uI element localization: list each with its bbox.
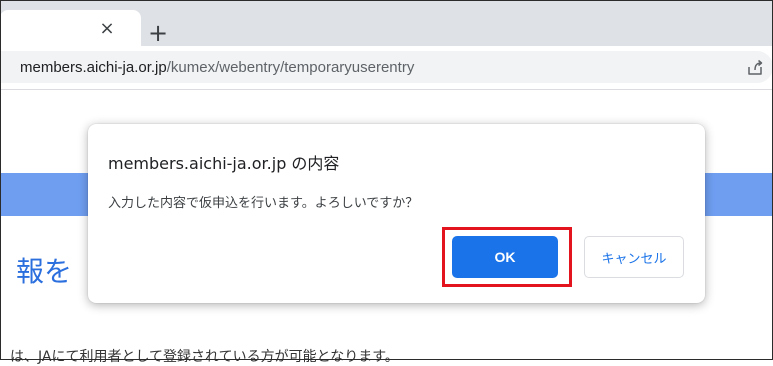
url-path: /kumex/webentry/temporaryuserentry (166, 59, 415, 76)
confirm-dialog: members.aichi-ja.or.jp の内容 入力した内容で仮申込を行い… (88, 124, 705, 303)
url-host: members.aichi-ja.or.jp (20, 59, 167, 76)
ok-button[interactable]: OK (452, 236, 558, 278)
url-text[interactable]: members.aichi-ja.or.jp/kumex/webentry/te… (20, 59, 414, 76)
dialog-title: members.aichi-ja.or.jp の内容 (108, 154, 340, 173)
page-heading: 報を (16, 255, 73, 288)
dialog-message: 入力した内容で仮申込を行います。よろしいですか？ (108, 196, 419, 211)
browser-tab[interactable]: × (0, 10, 141, 46)
address-bar[interactable]: members.aichi-ja.or.jp/kumex/webentry/te… (0, 51, 773, 83)
browser-toolbar: members.aichi-ja.or.jp/kumex/webentry/te… (0, 46, 773, 90)
page-body-text: は、JAにて利用者として登録されている方が可能となります。 (10, 349, 399, 365)
cancel-button[interactable]: キャンセル (584, 236, 684, 278)
tab-strip: × + (0, 0, 773, 47)
close-icon[interactable]: × (96, 17, 118, 39)
plus-icon[interactable]: + (144, 19, 172, 47)
share-icon[interactable] (746, 59, 764, 77)
